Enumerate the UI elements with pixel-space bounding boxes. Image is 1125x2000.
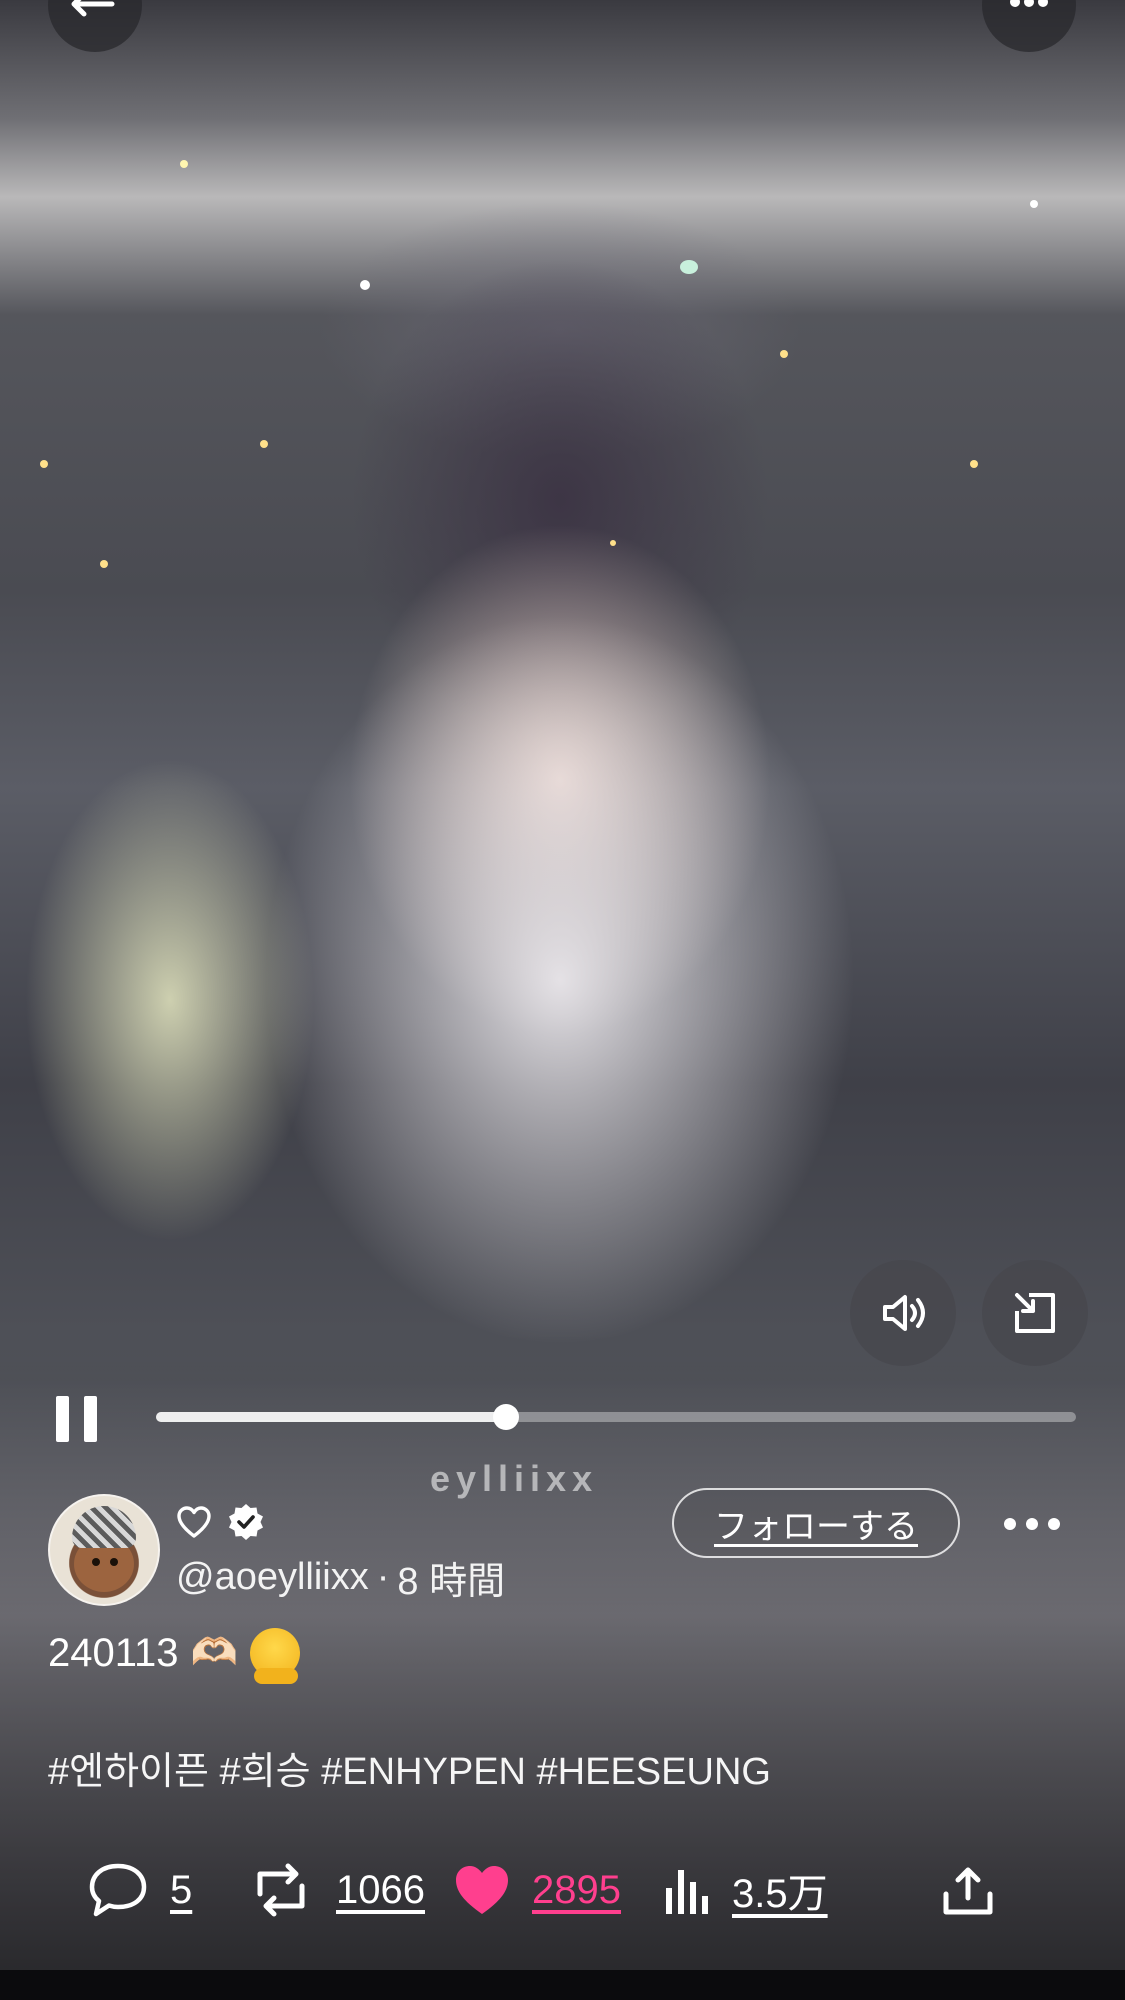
minimize-window-icon	[1015, 1293, 1055, 1333]
repost-button[interactable]: 1066	[246, 1850, 425, 1930]
caption-text: 240113	[48, 1630, 179, 1675]
share-icon	[943, 1867, 993, 1915]
home-indicator-area	[0, 1970, 1125, 2000]
share-button[interactable]	[940, 1850, 996, 1930]
ellipsis-dot	[1048, 1518, 1060, 1530]
progress-thumb[interactable]	[492, 1404, 519, 1430]
crowd-light	[360, 280, 370, 290]
volume-button[interactable]	[850, 1260, 956, 1366]
ellipsis-icon	[1004, 1518, 1016, 1530]
meta-separator: ·	[376, 1556, 390, 1598]
author-meta: @aoeylliixx · 8 時間	[176, 1550, 505, 1605]
video-watermark: eylliixx	[430, 1458, 599, 1499]
avatar-hat	[72, 1506, 136, 1548]
more-options-top-button[interactable]	[982, 0, 1076, 52]
follow-button[interactable]: フォローする	[672, 1488, 960, 1558]
repost-count: 1066	[336, 1867, 425, 1912]
pause-icon-bar	[84, 1396, 97, 1442]
heart-outline-icon[interactable]	[176, 1505, 212, 1539]
progress-fill	[156, 1412, 506, 1422]
speaker-icon	[883, 1295, 925, 1331]
author-handle[interactable]: @aoeylliixx	[176, 1556, 369, 1599]
post-time: 8 時間	[397, 1561, 506, 1603]
ellipsis-dot	[1026, 1518, 1038, 1530]
like-count: 2895	[532, 1867, 621, 1912]
post-caption: 240113 🫶🏻	[48, 1628, 300, 1684]
heart-hands-emoji: 🫶🏻	[190, 1632, 238, 1674]
crowd-light	[1030, 200, 1038, 208]
crowd-light	[680, 260, 698, 274]
reply-count: 5	[170, 1867, 193, 1912]
back-button[interactable]	[48, 0, 142, 52]
bar-chart-icon	[666, 1870, 708, 1914]
crowd-light	[780, 350, 788, 358]
crowd-light	[970, 460, 978, 468]
crowd-light	[610, 540, 616, 546]
ellipsis-icon	[1010, 0, 1048, 7]
crowd-light	[180, 160, 188, 168]
verified-badge-icon	[229, 1504, 263, 1540]
author-icons	[176, 1502, 266, 1542]
pause-icon	[56, 1396, 69, 1442]
pip-button[interactable]	[982, 1260, 1088, 1366]
arrow-left-icon	[71, 0, 115, 17]
post-more-button[interactable]	[1004, 1518, 1060, 1530]
melting-face-emoji	[249, 1628, 300, 1684]
avatar[interactable]	[48, 1494, 160, 1606]
post-hashtags[interactable]: #엔하이픈 #희승 #ENHYPEN #HEESEUNG	[48, 1740, 771, 1795]
pause-button[interactable]	[56, 1396, 98, 1442]
crowd-light	[40, 460, 48, 468]
crowd-light	[100, 560, 108, 568]
reply-button[interactable]: 5	[86, 1850, 192, 1930]
action-bar: 5 1066 2895 3.5万	[0, 1850, 1125, 1930]
video-progress-bar[interactable]	[156, 1404, 1076, 1430]
crowd-light	[260, 440, 268, 448]
avatar-eye	[110, 1558, 118, 1566]
views-button[interactable]: 3.5万	[662, 1850, 828, 1930]
speech-bubble-icon	[89, 1863, 147, 1917]
heart-filled-icon	[456, 1866, 508, 1914]
view-count: 3.5万	[732, 1872, 828, 1916]
like-button[interactable]: 2895	[452, 1850, 621, 1930]
repost-icon	[257, 1863, 305, 1917]
avatar-eye	[92, 1558, 100, 1566]
